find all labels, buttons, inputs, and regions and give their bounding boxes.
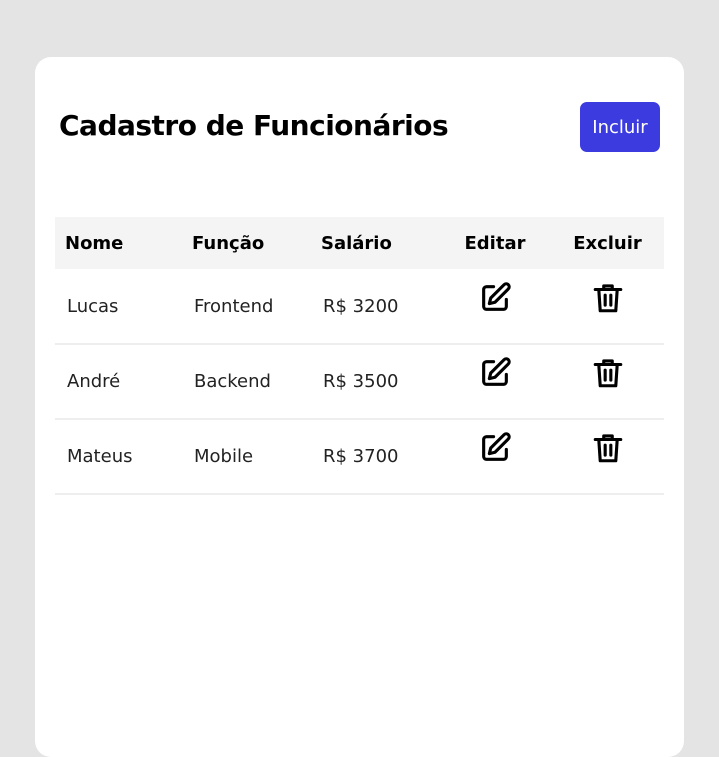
- table-row: André Backend R$ 3500: [55, 344, 664, 420]
- cell-salary: R$ 3700: [311, 419, 439, 495]
- column-header-salary: Salário: [321, 232, 392, 254]
- cell-salary: R$ 3500: [311, 344, 439, 420]
- cell-name: Lucas: [55, 269, 182, 345]
- column-header-edit: Editar: [464, 232, 526, 254]
- edit-icon[interactable]: [478, 357, 512, 390]
- cell-name: Mateus: [55, 419, 182, 495]
- table-header-row: Nome Função Salário Editar Excluir: [55, 217, 664, 269]
- table-row: Mateus Mobile R$ 3700: [55, 419, 664, 495]
- cell-salary: R$ 3200: [311, 269, 439, 345]
- cell-name: André: [55, 344, 182, 420]
- table-row: Lucas Frontend R$ 3200: [55, 269, 664, 345]
- cell-role: Frontend: [182, 269, 311, 345]
- add-employee-button[interactable]: Incluir: [580, 102, 660, 152]
- employee-table: Nome Função Salário Editar Excluir Lucas…: [55, 217, 664, 495]
- trash-icon[interactable]: [591, 434, 625, 465]
- column-header-delete: Excluir: [573, 232, 642, 254]
- trash-icon[interactable]: [591, 359, 625, 390]
- edit-icon[interactable]: [478, 432, 512, 465]
- edit-icon[interactable]: [478, 281, 512, 315]
- cell-role: Backend: [182, 344, 311, 420]
- cell-role: Mobile: [182, 419, 311, 495]
- column-header-role: Função: [192, 232, 265, 254]
- column-header-name: Nome: [65, 232, 124, 254]
- employee-card: Cadastro de Funcionários Incluir Nome Fu…: [35, 57, 684, 757]
- page-title: Cadastro de Funcionários: [59, 109, 449, 142]
- trash-icon[interactable]: [591, 283, 625, 315]
